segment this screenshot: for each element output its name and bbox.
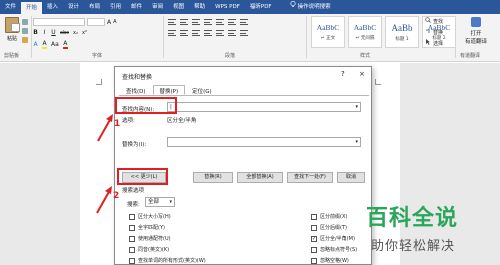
watermark-subtitle: 助你轻松解决	[371, 239, 456, 254]
watermark-title: 百科全说	[366, 206, 459, 231]
arrow-2-icon	[96, 189, 111, 214]
step-number-1: 1	[114, 119, 121, 129]
step-number-2: 2	[113, 191, 120, 201]
arrow-1-icon	[97, 117, 112, 142]
